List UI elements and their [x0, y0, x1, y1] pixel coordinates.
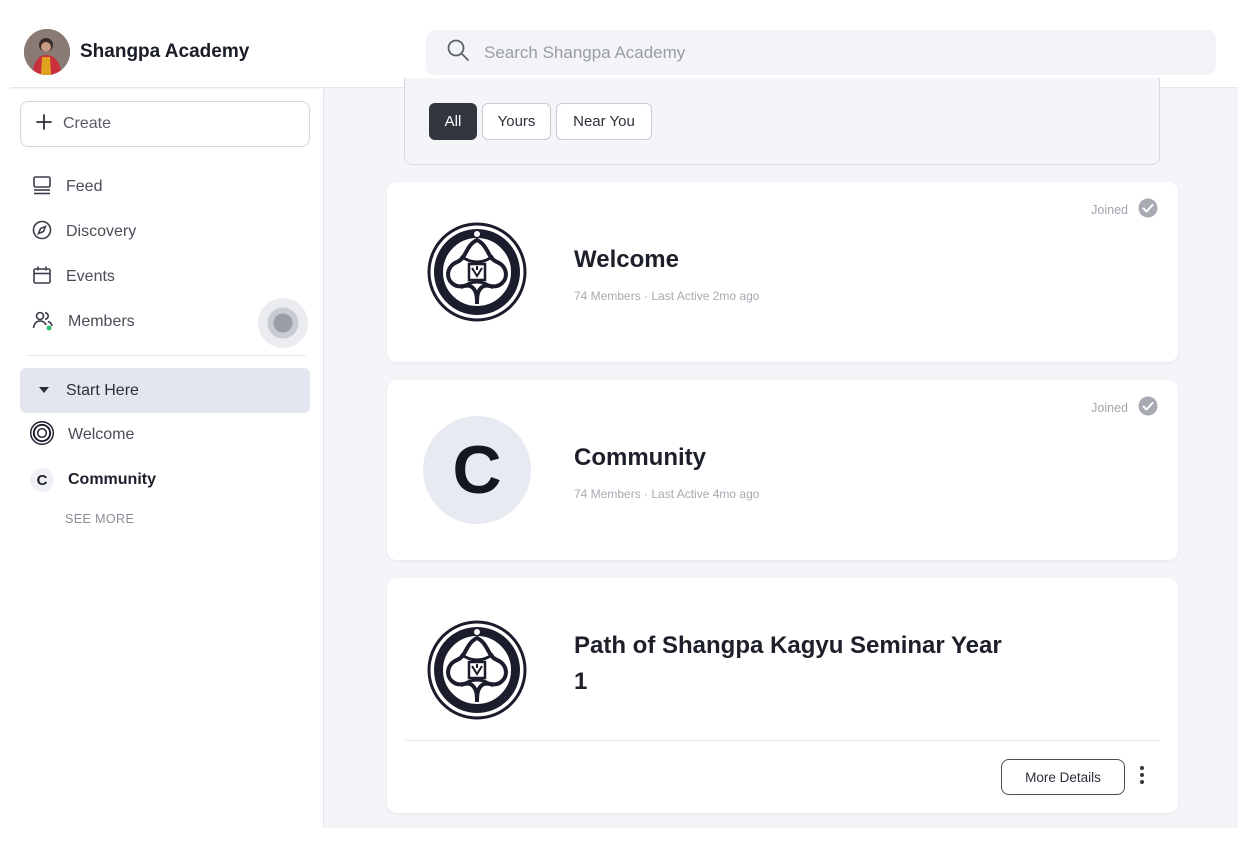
brand-avatar	[24, 29, 70, 75]
card-divider	[405, 740, 1160, 741]
group-meta: 74 Members · Last Active 2mo ago	[574, 289, 760, 303]
feed-icon	[32, 175, 52, 200]
joined-status: Joined	[1091, 198, 1158, 221]
emblem-icon	[427, 222, 527, 322]
compass-icon	[32, 220, 52, 245]
sidebar: Create Feed Discovery Events Members Sta…	[10, 89, 324, 828]
sidebar-divider	[26, 355, 306, 356]
emblem-icon	[427, 620, 527, 720]
group-title-line1: Path of Shangpa Kagyu Seminar Year	[574, 632, 1002, 659]
sidebar-item-welcome[interactable]: Welcome	[30, 420, 134, 450]
group-title[interactable]: Community	[574, 440, 706, 476]
search-input[interactable]: Search Shangpa Academy	[484, 43, 685, 63]
create-button[interactable]: Create	[20, 101, 310, 147]
joined-status: Joined	[1091, 396, 1158, 419]
check-circle-icon	[1138, 396, 1158, 419]
group-card-seminar[interactable]: Path of Shangpa Kagyu Seminar Year 1 Mor…	[387, 578, 1178, 813]
sidebar-item-feed[interactable]: Feed	[32, 172, 102, 202]
group-card-community[interactable]: Joined C Community 74 Members · Last Act…	[387, 380, 1178, 560]
sidebar-item-members[interactable]: Members	[32, 307, 135, 337]
sidebar-item-discovery[interactable]: Discovery	[32, 217, 136, 247]
cursor-indicator	[258, 298, 308, 348]
sidebar-item-label: Feed	[66, 178, 103, 195]
sidebar-item-events[interactable]: Events	[32, 262, 115, 292]
sidebar-item-label: Welcome	[68, 426, 135, 443]
sidebar-item-label: Events	[66, 268, 115, 285]
community-letter-icon: C	[423, 416, 531, 524]
group-title[interactable]: Welcome	[574, 242, 679, 278]
calendar-icon	[32, 265, 52, 290]
members-icon	[32, 309, 54, 336]
more-details-button[interactable]: More Details	[1001, 759, 1125, 795]
brand[interactable]: Shangpa Academy	[24, 29, 249, 75]
create-label: Create	[63, 115, 112, 132]
top-bar: Shangpa Academy Search Shangpa Academy	[10, 0, 1238, 88]
see-more-link[interactable]: SEE MORE	[65, 512, 134, 526]
sidebar-item-label: Community	[68, 471, 156, 488]
search-bar[interactable]: Search Shangpa Academy	[426, 30, 1216, 75]
sidebar-item-label: Members	[68, 313, 135, 330]
group-meta: 74 Members · Last Active 4mo ago	[574, 487, 760, 501]
sidebar-item-label: Discovery	[66, 223, 137, 240]
community-letter-icon: C	[30, 468, 54, 492]
kebab-menu-icon[interactable]	[1135, 762, 1149, 788]
filter-chip-yours[interactable]: Yours	[482, 103, 551, 140]
app-frame: Shangpa Academy Search Shangpa Academy C…	[10, 0, 1238, 828]
brand-name: Shangpa Academy	[80, 41, 250, 62]
search-icon	[446, 38, 470, 67]
joined-label: Joined	[1091, 202, 1128, 217]
group-title-line2: 1	[574, 668, 588, 695]
section-label: Start Here	[66, 381, 139, 399]
emblem-icon	[30, 420, 54, 450]
check-circle-icon	[1138, 198, 1158, 221]
plus-icon	[35, 113, 53, 136]
section-start-here[interactable]: Start Here	[20, 368, 310, 413]
joined-label: Joined	[1091, 400, 1128, 415]
group-title[interactable]: Path of Shangpa Kagyu Seminar Year 1	[574, 628, 1002, 700]
filter-chip-all[interactable]: All	[429, 103, 477, 140]
filters-panel: All Yours Near You	[404, 78, 1160, 165]
filter-chip-near-you[interactable]: Near You	[556, 103, 652, 140]
group-card-welcome[interactable]: Joined Welcome 74 Members · Last Active …	[387, 182, 1178, 362]
caret-down-icon	[38, 382, 50, 400]
sidebar-item-community[interactable]: C Community	[30, 465, 156, 495]
